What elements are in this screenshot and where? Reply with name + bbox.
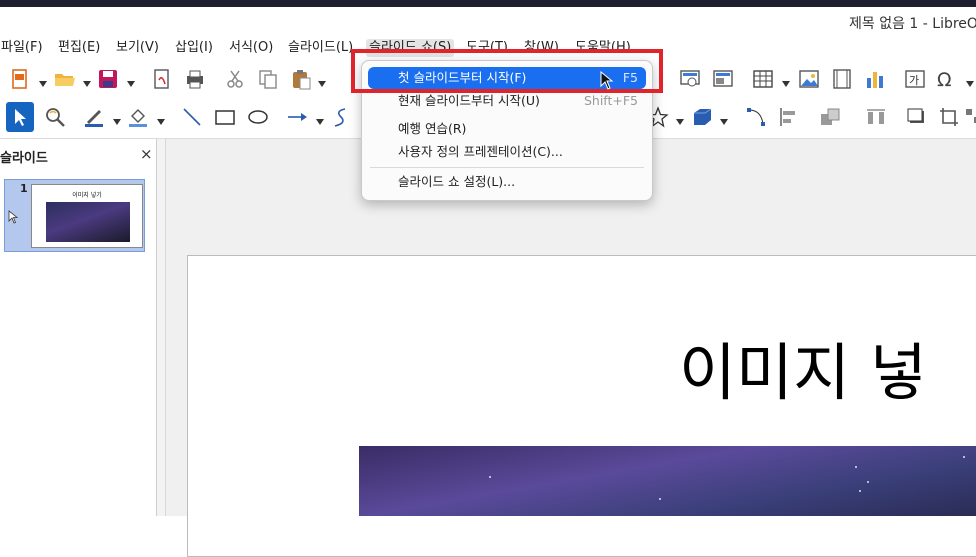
- menu-item-label: 현재 슬라이드부터 시작(U): [398, 93, 540, 108]
- slide-image[interactable]: [359, 446, 976, 516]
- menu-separator: [370, 167, 644, 168]
- line-icon[interactable]: [180, 105, 204, 129]
- zoom-icon[interactable]: [43, 105, 67, 129]
- panel-splitter[interactable]: [157, 139, 166, 516]
- special-character-icon[interactable]: Ω: [935, 67, 959, 91]
- slide-title[interactable]: 이미지 넣: [679, 322, 927, 412]
- menu-item-label: 슬라이드 쇼 설정(L)...: [398, 174, 516, 189]
- shadow-icon[interactable]: [904, 105, 928, 129]
- title-bar: 제목 없음 1 - LibreOff: [0, 7, 976, 37]
- table-icon[interactable]: [751, 67, 775, 91]
- menu-edit[interactable]: 편집(E): [58, 39, 100, 57]
- open-folder-icon[interactable]: [52, 67, 76, 91]
- save-icon[interactable]: [96, 67, 120, 91]
- line-color-icon[interactable]: [82, 105, 106, 129]
- chevron-down-icon[interactable]: [782, 76, 790, 87]
- curve-icon[interactable]: [329, 105, 353, 129]
- copy-icon[interactable]: [256, 67, 280, 91]
- media-icon[interactable]: [830, 67, 854, 91]
- arrow-line-icon[interactable]: [285, 105, 309, 129]
- print-icon[interactable]: [183, 67, 207, 91]
- slide-show-display-icon[interactable]: [678, 67, 702, 91]
- thumbnail-image: [46, 202, 130, 242]
- cut-icon[interactable]: [223, 67, 247, 91]
- export-pdf-icon[interactable]: [150, 67, 174, 91]
- slide-thumbnail[interactable]: 1 이미지 넣기: [4, 179, 145, 252]
- menu-item-slideshow-settings[interactable]: 슬라이드 쇼 설정(L)...: [368, 171, 646, 193]
- new-document-icon[interactable]: [8, 67, 32, 91]
- pointer-icon: [8, 210, 19, 224]
- highlight-box: [351, 49, 663, 93]
- chevron-down-icon[interactable]: [83, 76, 91, 87]
- menu-item-label: 예행 연습(R): [398, 121, 467, 136]
- paste-icon[interactable]: [289, 67, 313, 91]
- crop-icon[interactable]: [937, 105, 961, 129]
- chevron-down-icon[interactable]: [966, 76, 974, 87]
- menu-slide[interactable]: 슬라이드(L): [288, 39, 353, 57]
- panel-title: 슬라이드: [0, 151, 48, 166]
- chevron-down-icon[interactable]: [113, 114, 121, 125]
- thumbnail-title: 이미지 넣기: [72, 192, 102, 199]
- arrange-icon[interactable]: [818, 105, 842, 129]
- menu-item-shortcut: Shift+F5: [583, 93, 638, 108]
- slides-panel: 슬라이드 × 1 이미지 넣기: [0, 139, 157, 516]
- chevron-down-icon[interactable]: [676, 114, 684, 125]
- top-strip: [0, 0, 976, 7]
- chevron-down-icon[interactable]: [720, 114, 728, 125]
- fill-color-icon[interactable]: [126, 105, 150, 129]
- ellipse-icon[interactable]: [246, 105, 270, 129]
- rectangle-icon[interactable]: [213, 105, 237, 129]
- menu-item-custom-presentation[interactable]: 사용자 정의 프레젠테이션(C)...: [368, 141, 646, 163]
- select-arrow-icon[interactable]: [6, 102, 34, 132]
- align-icon[interactable]: [776, 105, 800, 129]
- chevron-down-icon[interactable]: [316, 114, 324, 125]
- chevron-down-icon[interactable]: [39, 76, 47, 87]
- slide-thumbnail-preview: 이미지 넣기: [31, 184, 143, 248]
- menu-insert[interactable]: 삽입(I): [175, 39, 213, 57]
- chart-icon[interactable]: [862, 67, 886, 91]
- menu-item-rehearse-timings[interactable]: 예행 연습(R): [368, 118, 646, 140]
- points-icon[interactable]: [744, 105, 768, 129]
- menu-item-start-current-slide[interactable]: 현재 슬라이드부터 시작(U) Shift+F5: [368, 90, 646, 112]
- svg-text:Ω: Ω: [937, 69, 952, 90]
- 3d-object-icon[interactable]: [690, 105, 714, 129]
- menu-item-label: 사용자 정의 프레젠테이션(C)...: [398, 144, 563, 159]
- text-box-icon[interactable]: 가: [903, 67, 927, 91]
- menu-format[interactable]: 서식(O): [229, 39, 273, 57]
- image-icon[interactable]: [797, 67, 821, 91]
- more-icon[interactable]: [962, 105, 976, 129]
- window-title: 제목 없음 1 - LibreOff: [849, 16, 976, 32]
- chevron-down-icon[interactable]: [318, 76, 326, 87]
- menu-file[interactable]: 파일(F): [1, 39, 43, 57]
- distribute-icon[interactable]: [864, 105, 888, 129]
- close-icon[interactable]: ×: [140, 145, 153, 163]
- mouse-cursor-icon: [600, 70, 614, 91]
- slide-master-icon[interactable]: [711, 67, 735, 91]
- menu-view[interactable]: 보기(V): [116, 39, 159, 57]
- svg-text:가: 가: [909, 74, 919, 87]
- slide-number: 1: [20, 182, 28, 195]
- chevron-down-icon[interactable]: [127, 76, 135, 87]
- chevron-down-icon[interactable]: [157, 114, 165, 125]
